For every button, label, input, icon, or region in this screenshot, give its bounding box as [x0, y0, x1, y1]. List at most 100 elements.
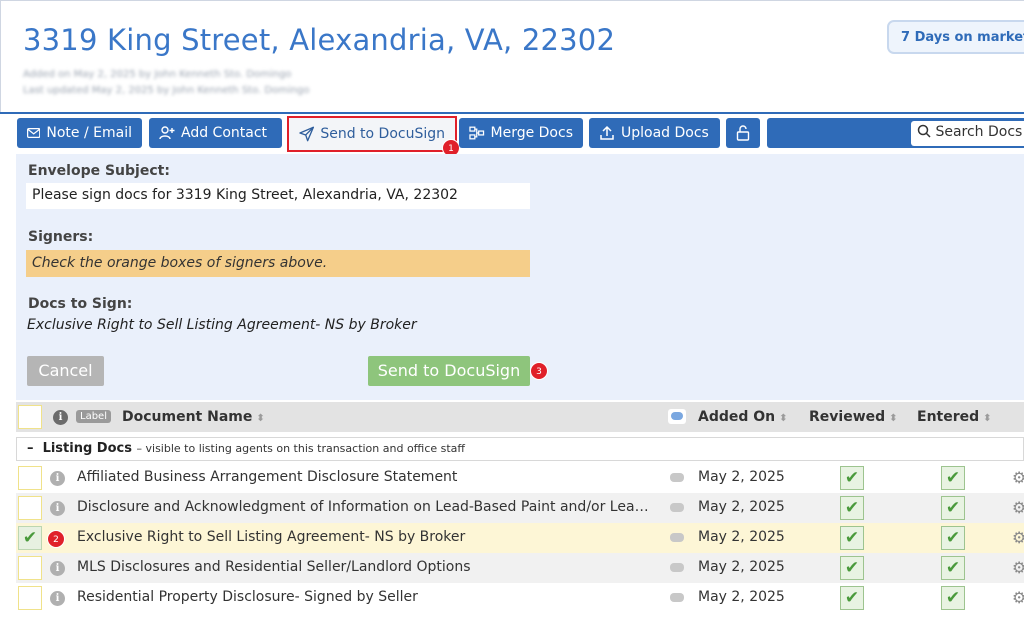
row-select-checkbox[interactable] [18, 556, 42, 580]
comment-icon[interactable] [670, 503, 684, 512]
search-docs-placeholder: Search Docs [935, 124, 1023, 140]
collapse-icon[interactable]: – [27, 441, 34, 456]
select-all-checkbox[interactable] [18, 405, 42, 429]
gear-icon[interactable]: ⚙ [1012, 468, 1024, 487]
upload-docs-label: Upload Docs [621, 125, 709, 141]
reviewed-header[interactable]: Reviewed ⬍ [809, 409, 898, 425]
row-select-checkbox-checked[interactable]: ✔ [18, 526, 42, 550]
comment-icon[interactable] [670, 563, 684, 572]
document-name[interactable]: MLS Disclosures and Residential Seller/L… [77, 559, 657, 575]
listing-docs-group-row[interactable]: – Listing Docs – visible to listing agen… [16, 437, 1024, 461]
row-select-checkbox[interactable] [18, 466, 42, 490]
search-docs-input[interactable]: Search Docs [911, 121, 1024, 146]
added-on-date: May 2, 2025 [698, 469, 785, 485]
gear-icon[interactable]: ⚙ [1012, 558, 1024, 577]
merge-icon [469, 126, 485, 140]
entered-checkbox[interactable]: ✔ [941, 496, 965, 520]
docusign-envelope-panel: Envelope Subject: Please sign docs for 3… [16, 154, 1024, 400]
added-on-date: May 2, 2025 [698, 589, 785, 605]
document-name[interactable]: Exclusive Right to Sell Listing Agreemen… [77, 529, 657, 545]
row-select-checkbox[interactable] [18, 496, 42, 520]
documents-toolbar: Note / Email Add Contact Send to DocuSig… [0, 114, 1024, 157]
gear-icon[interactable]: ⚙ [1012, 498, 1024, 517]
reviewed-header-text: Reviewed [809, 409, 886, 425]
signers-label: Signers: [28, 229, 94, 245]
add-contact-button[interactable]: Add Contact [149, 118, 282, 148]
entered-checkbox[interactable]: ✔ [941, 586, 965, 610]
docs-to-sign-value: Exclusive Right to Sell Listing Agreemen… [27, 317, 417, 333]
added-on-date: May 2, 2025 [698, 529, 785, 545]
signers-instruction: Check the orange boxes of signers above. [26, 250, 530, 277]
lock-button[interactable] [726, 118, 760, 148]
table-row[interactable]: i Disclosure and Acknowledgment of Infor… [16, 493, 1024, 523]
table-row[interactable]: i MLS Disclosures and Residential Seller… [16, 553, 1024, 583]
entered-header-text: Entered [917, 409, 980, 425]
added-on-date: May 2, 2025 [698, 559, 785, 575]
property-address-title: 3319 King Street, Alexandria, VA, 22302 [23, 23, 616, 57]
search-icon [917, 124, 931, 138]
upload-docs-button[interactable]: Upload Docs [589, 118, 720, 148]
comment-icon[interactable] [670, 473, 684, 482]
sort-icon: ⬍ [983, 413, 992, 424]
added-on-date: May 2, 2025 [698, 499, 785, 515]
paper-plane-icon [299, 126, 315, 142]
upload-icon [600, 125, 614, 140]
info-icon[interactable]: i [50, 591, 65, 606]
comment-icon[interactable] [670, 593, 684, 602]
label-column-pill[interactable]: Label [76, 410, 111, 423]
row-select-checkbox[interactable] [18, 586, 42, 610]
step-3-badge: 3 [530, 362, 548, 380]
table-row[interactable]: i Affiliated Business Arrangement Disclo… [16, 463, 1024, 493]
step-2-badge: 2 [47, 530, 65, 548]
send-to-docusign-toolbar-label: Send to DocuSign [320, 126, 445, 142]
sort-icon: ⬍ [889, 413, 898, 424]
documents-table-header: i Label Document Name ⬍ Added On ⬍ Reviewe… [16, 402, 1024, 432]
info-icon: i [53, 410, 68, 425]
group-title: – Listing Docs – visible to listing agen… [27, 441, 465, 456]
envelope-subject-label: Envelope Subject: [28, 163, 170, 179]
entered-checkbox[interactable]: ✔ [941, 466, 965, 490]
days-on-market-badge: 7 Days on market [887, 20, 1024, 54]
info-icon[interactable]: i [50, 501, 65, 516]
gear-icon[interactable]: ⚙ [1012, 588, 1024, 607]
document-name-header-text: Document Name [122, 409, 253, 425]
document-name[interactable]: Disclosure and Acknowledgment of Informa… [77, 499, 657, 515]
add-user-icon [159, 126, 175, 140]
sort-icon: ⬍ [779, 413, 788, 424]
reviewed-checkbox[interactable]: ✔ [840, 526, 864, 550]
document-name-header[interactable]: Document Name ⬍ [122, 409, 265, 425]
table-row-selected[interactable]: ✔ 2 Exclusive Right to Sell Listing Agre… [16, 523, 1024, 553]
send-to-docusign-button[interactable]: Send to DocuSign [368, 356, 530, 386]
note-email-button[interactable]: Note / Email [17, 118, 142, 148]
info-icon[interactable]: i [50, 471, 65, 486]
sort-icon: ⬍ [256, 413, 265, 424]
group-description: – visible to listing agents on this tran… [136, 442, 466, 455]
envelope-subject-input[interactable]: Please sign docs for 3319 King Street, A… [26, 183, 530, 209]
last-updated-meta: Last updated May 2, 2025 by John Kenneth… [23, 85, 310, 96]
gear-icon[interactable]: ⚙ [1012, 528, 1024, 547]
table-row[interactable]: i Residential Property Disclosure- Signe… [16, 583, 1024, 613]
entered-header[interactable]: Entered ⬍ [917, 409, 992, 425]
document-name[interactable]: Affiliated Business Arrangement Disclosu… [77, 469, 657, 485]
reviewed-checkbox[interactable]: ✔ [840, 556, 864, 580]
envelope-icon [27, 127, 41, 139]
cancel-button[interactable]: Cancel [27, 356, 104, 386]
comments-header-icon[interactable] [668, 409, 686, 424]
merge-docs-button[interactable]: Merge Docs [459, 118, 583, 148]
entered-checkbox[interactable]: ✔ [941, 556, 965, 580]
unlock-icon [736, 125, 750, 141]
document-name[interactable]: Residential Property Disclosure- Signed … [77, 589, 657, 605]
transaction-header: 3319 King Street, Alexandria, VA, 22302 … [0, 0, 1024, 112]
send-to-docusign-toolbar-button[interactable]: Send to DocuSign [287, 116, 457, 152]
info-icon[interactable]: i [50, 561, 65, 576]
comment-icon[interactable] [670, 533, 684, 542]
group-name: Listing Docs [42, 441, 132, 456]
reviewed-checkbox[interactable]: ✔ [840, 496, 864, 520]
reviewed-checkbox[interactable]: ✔ [840, 586, 864, 610]
entered-checkbox[interactable]: ✔ [941, 526, 965, 550]
docs-to-sign-label: Docs to Sign: [28, 296, 133, 312]
note-email-label: Note / Email [46, 125, 132, 141]
reviewed-checkbox[interactable]: ✔ [840, 466, 864, 490]
add-contact-label: Add Contact [181, 125, 268, 141]
added-on-header[interactable]: Added On ⬍ [698, 409, 788, 425]
